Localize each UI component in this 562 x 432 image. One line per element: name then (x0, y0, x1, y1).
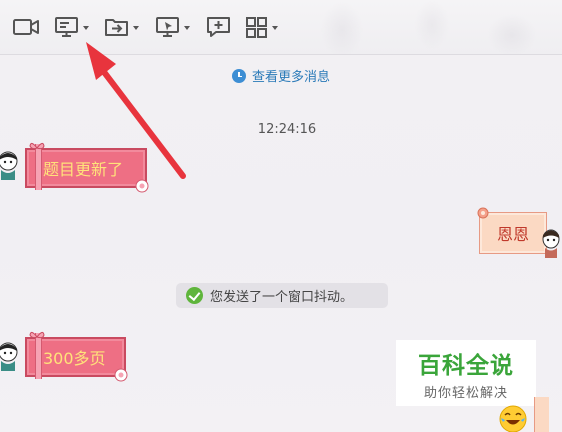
flower-icon (135, 179, 149, 193)
view-more-messages-label: 查看更多消息 (252, 70, 331, 85)
add-app-button[interactable] (206, 14, 232, 40)
message-bubble[interactable]: 恩恩 (477, 207, 547, 254)
video-camera-icon (13, 19, 39, 35)
laughing-emoji-icon (499, 405, 527, 432)
chevron-down-icon[interactable] (272, 25, 278, 30)
add-chat-icon (207, 17, 230, 37)
message-bubble[interactable]: 300多页 (25, 331, 128, 382)
message-bubble[interactable]: 题目更新了 (25, 142, 149, 193)
bow-icon (29, 142, 45, 150)
message-bubble-partial[interactable] (534, 397, 549, 432)
chevron-down-icon[interactable] (133, 25, 139, 30)
more-apps-button[interactable] (245, 14, 278, 40)
flower-icon (114, 368, 128, 382)
watermark-title: 百科全说 (418, 352, 514, 379)
video-call-button[interactable] (12, 14, 40, 40)
clock-icon (232, 68, 246, 83)
screen-share-button[interactable] (54, 14, 89, 40)
watermark-subtitle: 助你轻松解决 (423, 385, 508, 401)
remote-assist-button[interactable] (155, 14, 190, 40)
chevron-down-icon[interactable] (184, 25, 190, 30)
app-grid-icon (246, 17, 267, 38)
chat-toolbar (0, 0, 562, 55)
message-timestamp: 12:24:16 (257, 122, 317, 137)
chevron-down-icon[interactable] (83, 25, 89, 30)
bow-icon (29, 331, 45, 339)
ribbon-decoration (35, 144, 42, 190)
message-text: 恩恩 (496, 225, 529, 244)
monitor-icon (55, 17, 78, 37)
avatar[interactable] (540, 228, 562, 258)
watermark-logo: 百科全说 助你轻松解决 (396, 340, 536, 406)
message-text: 题目更新了 (43, 160, 124, 179)
flower-icon (477, 207, 489, 219)
toolbar-background-scenery (302, 0, 562, 54)
system-notice: 您发送了一个窗口抖动。 (176, 283, 388, 308)
send-file-button[interactable] (104, 14, 139, 40)
system-notice-text: 您发送了一个窗口抖动。 (210, 290, 354, 305)
view-more-messages-link[interactable]: 查看更多消息 (232, 66, 330, 85)
ribbon-decoration (35, 333, 42, 379)
remote-desktop-icon (156, 17, 179, 37)
avatar[interactable] (0, 150, 19, 180)
check-circle-icon (186, 287, 203, 304)
message-text: 300多页 (43, 349, 106, 368)
avatar[interactable] (0, 341, 19, 371)
folder-icon (105, 19, 128, 36)
